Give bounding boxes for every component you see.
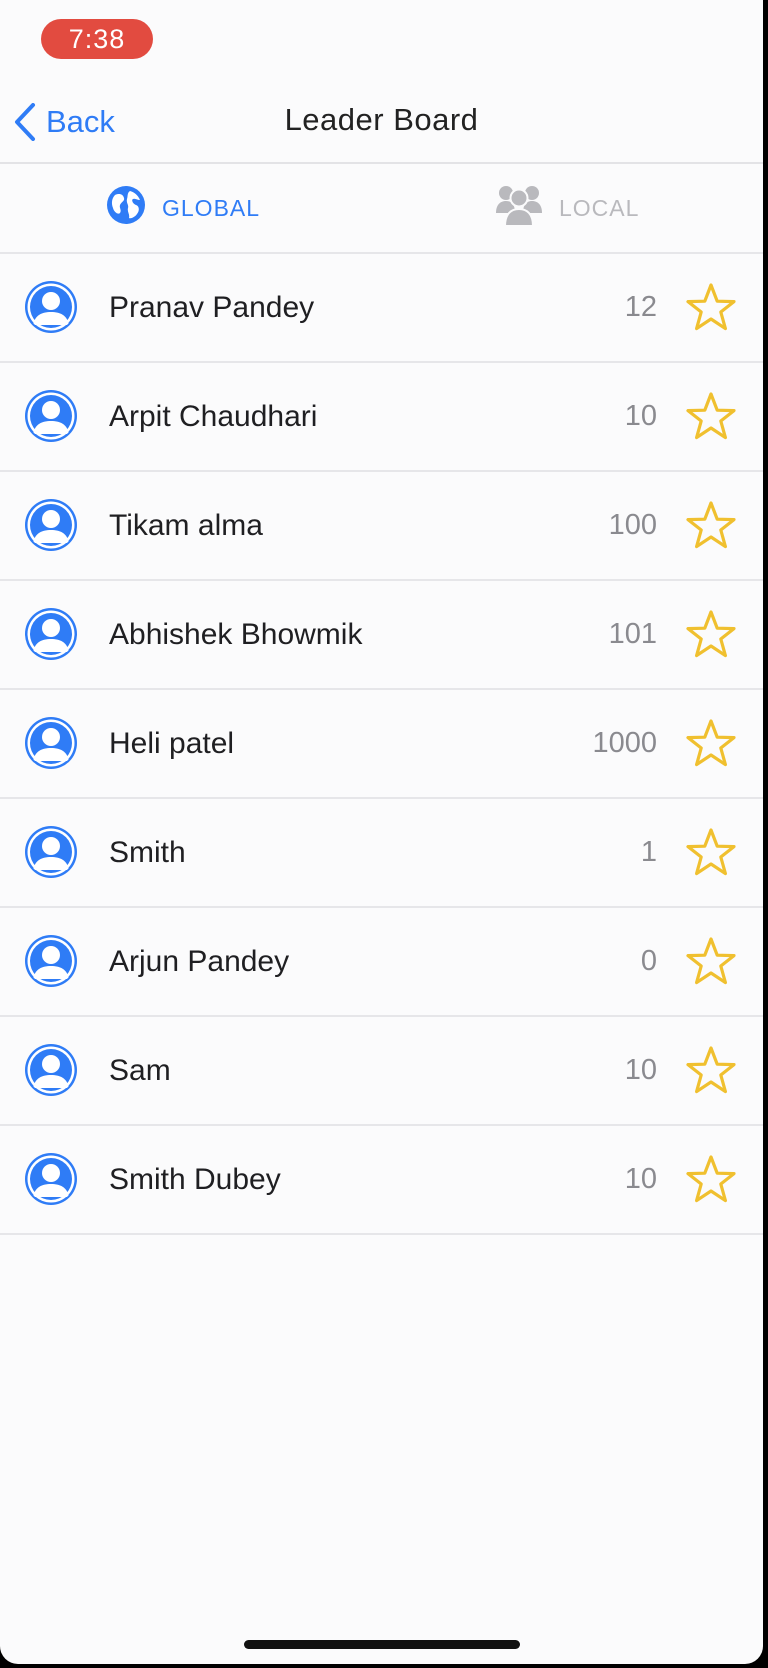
player-score: 100 xyxy=(608,509,657,541)
leaderboard-row[interactable]: Arjun Pandey 0 xyxy=(0,906,763,1015)
star-icon[interactable] xyxy=(685,1045,737,1095)
leaderboard-row[interactable]: Heli patel 1000 xyxy=(0,688,763,797)
star-icon[interactable] xyxy=(685,936,737,986)
leaderboard-row[interactable]: Tikam alma 100 xyxy=(0,470,763,579)
leaderboard-row[interactable]: Arpit Chaudhari 10 xyxy=(0,361,763,470)
player-name: Arpit Chaudhari xyxy=(109,400,318,433)
player-score: 10 xyxy=(624,1163,657,1195)
leaderboard-row[interactable]: Pranav Pandey 12 xyxy=(0,252,763,361)
player-name: Smith Dubey xyxy=(109,1163,281,1196)
avatar-icon xyxy=(23,1042,79,1098)
player-name: Tikam alma xyxy=(109,509,263,542)
leaderboard-list: Pranav Pandey 12 Arpit Chaudhari 10 Tika… xyxy=(0,252,763,1235)
avatar-icon xyxy=(23,933,79,989)
player-name: Sam xyxy=(109,1054,171,1087)
star-icon[interactable] xyxy=(685,609,737,659)
player-score: 10 xyxy=(624,1054,657,1086)
leaderboard-row[interactable]: Smith Dubey 10 xyxy=(0,1124,763,1235)
group-icon xyxy=(495,183,543,233)
star-icon[interactable] xyxy=(685,718,737,768)
avatar-icon xyxy=(23,715,79,771)
leaderboard-row[interactable]: Sam 10 xyxy=(0,1015,763,1124)
avatar-icon xyxy=(23,279,79,335)
star-icon[interactable] xyxy=(685,500,737,550)
leaderboard-row[interactable]: Abhishek Bhowmik 101 xyxy=(0,579,763,688)
avatar-icon xyxy=(23,606,79,662)
avatar-icon xyxy=(23,824,79,880)
tab-global[interactable]: GLOBAL xyxy=(106,186,260,230)
page-title: Leader Board xyxy=(284,102,479,137)
leaderboard-tabs: GLOBAL LOCAL xyxy=(0,164,763,252)
tab-local[interactable]: LOCAL xyxy=(495,186,639,230)
player-name: Pranav Pandey xyxy=(109,291,315,324)
status-bar: 7:38 xyxy=(0,0,763,80)
star-icon[interactable] xyxy=(685,827,737,877)
player-score: 1 xyxy=(640,836,657,868)
home-indicator[interactable] xyxy=(244,1640,520,1649)
player-score: 1000 xyxy=(592,727,657,759)
globe-icon xyxy=(106,185,146,231)
player-score: 12 xyxy=(624,291,657,323)
player-name: Abhishek Bhowmik xyxy=(109,618,363,651)
avatar-icon xyxy=(23,497,79,553)
status-time: 7:38 xyxy=(41,19,153,59)
app-screen: 7:38 Back Leader Board GLOBAL LOCAL Pran… xyxy=(0,0,763,1664)
leaderboard-row[interactable]: Smith 1 xyxy=(0,797,763,906)
player-name: Smith xyxy=(109,836,186,869)
star-icon[interactable] xyxy=(685,282,737,332)
star-icon[interactable] xyxy=(685,391,737,441)
tab-local-label: LOCAL xyxy=(559,194,640,221)
avatar-icon xyxy=(23,388,79,444)
player-score: 101 xyxy=(608,618,657,650)
star-icon[interactable] xyxy=(685,1154,737,1204)
player-name: Arjun Pandey xyxy=(109,945,290,978)
avatar-icon xyxy=(23,1151,79,1207)
navigation-bar: Back Leader Board xyxy=(0,80,763,164)
player-score: 10 xyxy=(624,400,657,432)
player-score: 0 xyxy=(640,945,657,977)
player-name: Heli patel xyxy=(109,727,235,760)
tab-global-label: GLOBAL xyxy=(162,194,261,221)
